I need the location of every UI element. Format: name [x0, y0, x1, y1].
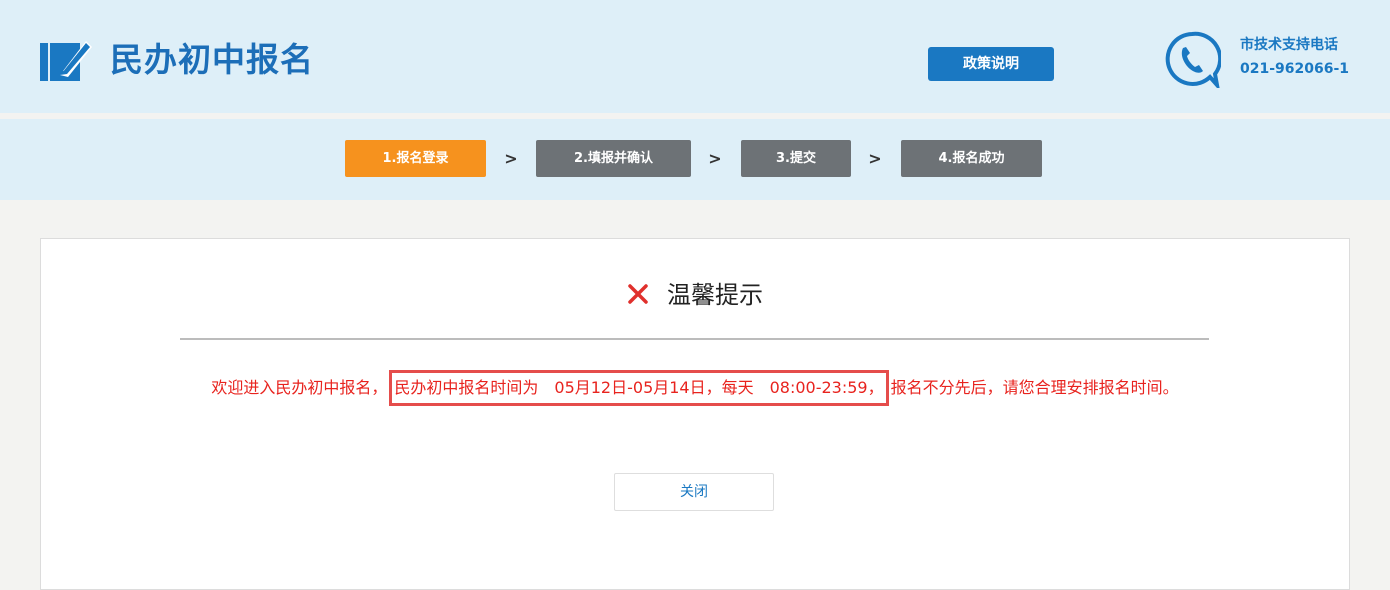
step-fill-confirm: 2.填报并确认: [536, 140, 691, 177]
logo: 民办初中报名: [40, 37, 314, 83]
step-login: 1.报名登录: [345, 140, 486, 177]
dialog-title-text: 温馨提示: [667, 281, 763, 309]
phone-icon: [1165, 31, 1221, 88]
dialog-title: 温馨提示: [41, 277, 1349, 313]
policy-button[interactable]: 政策说明: [928, 47, 1054, 81]
header: 民办初中报名 政策说明 市技术支持电话 021-962066-1: [0, 0, 1390, 113]
chevron-right-icon: >: [504, 149, 518, 168]
support-label: 市技术支持电话: [1240, 37, 1338, 53]
registration-time-highlight: 民办初中报名时间为 05月12日-05月14日，每天 08:00-23:59，: [389, 370, 889, 406]
chevron-right-icon: >: [868, 149, 882, 168]
step-success: 4.报名成功: [901, 140, 1042, 177]
dialog-message: 欢迎进入民办初中报名， 民办初中报名时间为 05月12日-05月14日，每天 08…: [171, 370, 1219, 406]
chevron-right-icon: >: [708, 149, 722, 168]
close-button[interactable]: 关闭: [614, 473, 774, 511]
divider: [180, 338, 1209, 340]
support-contact: 市技术支持电话 021-962066-1: [1240, 33, 1349, 81]
message-outro: 报名不分先后，请您合理安排报名时间。: [890, 378, 1179, 397]
close-x-icon: [628, 284, 648, 304]
support-phone: 021-962066-1: [1240, 61, 1350, 77]
message-intro: 欢迎进入民办初中报名，: [211, 378, 388, 397]
pencil-document-icon: [40, 41, 92, 81]
notice-dialog: 温馨提示 欢迎进入民办初中报名， 民办初中报名时间为 05月12日-05月14日，…: [40, 238, 1350, 590]
app-title: 民办初中报名: [110, 40, 314, 79]
step-submit: 3.提交: [741, 140, 851, 177]
step-progress: 1.报名登录 > 2.填报并确认 > 3.提交 > 4.报名成功: [0, 119, 1390, 200]
